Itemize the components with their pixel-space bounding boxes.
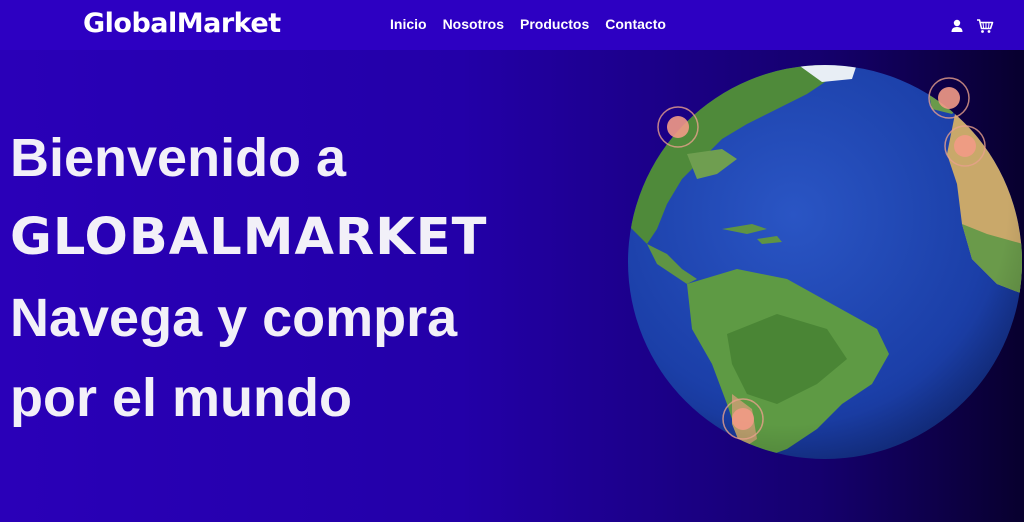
- globe-illustration: [627, 64, 1023, 460]
- brand-logo-link[interactable]: GlobalMarket: [83, 8, 281, 39]
- cart-icon[interactable]: [976, 18, 994, 34]
- hero-line-tagline-2: por el mundo: [10, 368, 352, 428]
- hero-line-tagline-1: Navega y compra: [10, 288, 458, 348]
- hero-line-brand: GLOBALMARKET: [10, 208, 488, 267]
- hero-line-welcome: Bienvenido a: [10, 128, 347, 188]
- nav-link-contacto[interactable]: Contacto: [597, 16, 674, 32]
- hero-heading: Bienvenido a GLOBALMARKET Navega y compr…: [10, 118, 570, 438]
- nav-link-productos[interactable]: Productos: [512, 16, 597, 32]
- nav-link-nosotros[interactable]: Nosotros: [435, 16, 512, 32]
- nav-links: Inicio Nosotros Productos Contacto: [382, 16, 674, 32]
- top-navbar: GlobalMarket Inicio Nosotros Productos C…: [0, 0, 1024, 50]
- nav-icons: [948, 18, 994, 34]
- nav-link-inicio[interactable]: Inicio: [382, 16, 435, 32]
- globe-svg: [628, 65, 1022, 459]
- user-icon[interactable]: [948, 18, 966, 34]
